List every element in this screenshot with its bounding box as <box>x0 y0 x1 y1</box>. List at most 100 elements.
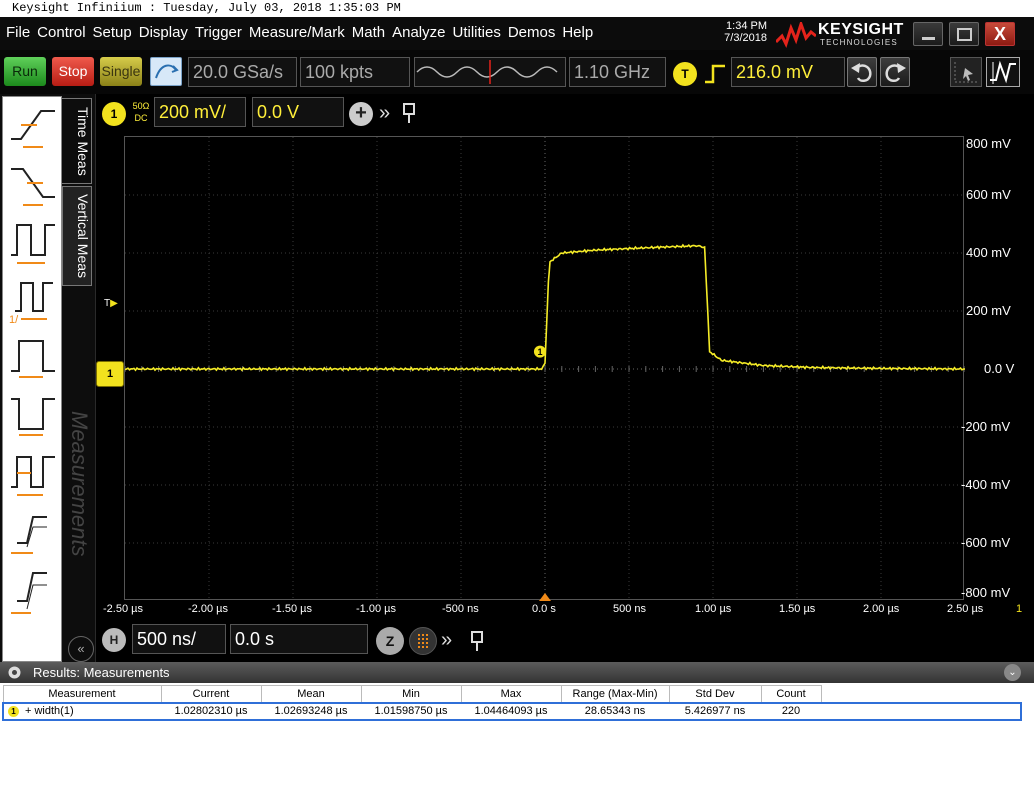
maximize-icon <box>957 28 972 41</box>
menu-control[interactable]: Control <box>37 24 85 41</box>
menu-measure-mark[interactable]: Measure/Mark <box>249 24 345 41</box>
y-tick-label: 400 mV <box>966 245 1011 260</box>
redo-button[interactable] <box>880 57 910 87</box>
trigger-level-marker[interactable]: T▶ <box>104 298 118 309</box>
measure-button[interactable] <box>986 57 1020 87</box>
trigger-arrow-icon: ▶ <box>110 298 118 309</box>
table-row[interactable]: 1 + width(1) 1.02802310 µs 1.02693248 µs … <box>2 701 1022 721</box>
col-mean[interactable]: Mean <box>260 685 362 703</box>
col-min[interactable]: Min <box>360 685 462 703</box>
menu-analyze[interactable]: Analyze <box>392 24 445 41</box>
current-cell: 1.02802310 µs <box>161 701 261 721</box>
measurement-name-cell: 1 + width(1) <box>2 701 161 721</box>
period-icon[interactable] <box>7 217 59 269</box>
x-tick-label: 1.50 µs <box>779 603 816 615</box>
impedance-label: 50Ω <box>132 101 150 111</box>
maximize-button[interactable] <box>949 22 979 46</box>
memory-depth-field[interactable]: 100 kpts <box>300 57 410 87</box>
waveform-graticule[interactable]: 1 <box>124 136 966 601</box>
toolbar: Run Stop Single 20.0 GSa/s 100 kpts 1.10… <box>0 50 1034 94</box>
expand-chevron-icon[interactable]: » <box>379 102 390 125</box>
segment-button[interactable] <box>409 627 437 655</box>
col-max[interactable]: Max <box>460 685 562 703</box>
measurements-table: Measurement Current Mean Min Max Range (… <box>2 685 1022 721</box>
sample-rate-field[interactable]: 20.0 GSa/s <box>188 57 297 87</box>
channel-ground-marker[interactable]: 1 <box>96 361 124 387</box>
menu-help[interactable]: Help <box>562 24 593 41</box>
waveform-overview[interactable] <box>414 57 566 87</box>
menu-display[interactable]: Display <box>139 24 188 41</box>
pin-icon[interactable] <box>400 102 418 124</box>
min-cell: 1.01598750 µs <box>361 701 461 721</box>
autoscale-icon <box>155 64 179 79</box>
channel-1-bar: 1 50Ω DC 200 mV/ 0.0 V + » <box>96 94 426 132</box>
minimize-icon <box>922 37 935 40</box>
brand-sub: TECHNOLOGIES <box>820 38 898 47</box>
horizontal-pin-icon[interactable] <box>468 630 486 652</box>
tab-time-meas[interactable]: Time Meas <box>62 98 92 184</box>
timebase-scale-field[interactable]: 500 ns/ <box>132 624 226 654</box>
rise-time-icon[interactable] <box>7 101 59 153</box>
col-measurement[interactable]: Measurement <box>2 685 162 703</box>
col-count[interactable]: Count <box>760 685 822 703</box>
autoscale-button[interactable] <box>150 57 182 86</box>
stop-button[interactable]: Stop <box>52 57 94 86</box>
minimize-button[interactable] <box>913 22 943 46</box>
gear-icon[interactable] <box>6 664 23 681</box>
redo-icon <box>885 63 906 82</box>
single-button[interactable]: Single <box>100 57 142 86</box>
col-current[interactable]: Current <box>160 685 262 703</box>
channel-offset-field[interactable]: 0.0 V <box>252 97 344 127</box>
trigger-badge[interactable]: T <box>673 62 697 86</box>
undo-button[interactable] <box>847 57 877 87</box>
negative-width-icon[interactable] <box>7 391 59 443</box>
table-header-row: Measurement Current Mean Min Max Range (… <box>2 685 1021 703</box>
x-tick-label: -1.50 µs <box>272 603 312 615</box>
std-dev-cell: 5.426977 ns <box>669 701 761 721</box>
tab-vertical-meas[interactable]: Vertical Meas <box>62 186 92 286</box>
chevron-down-icon: ⌄ <box>1008 667 1017 678</box>
timebase-position-field[interactable]: 0.0 s <box>230 624 368 654</box>
run-button[interactable]: Run <box>4 57 46 86</box>
col-std-dev[interactable]: Std Dev <box>668 685 762 703</box>
svg-text:1/: 1/ <box>9 314 19 326</box>
menu-math[interactable]: Math <box>352 24 385 41</box>
positive-width-icon[interactable] <box>7 333 59 385</box>
frequency-icon[interactable]: 1/ <box>7 275 59 327</box>
plus-icon: + <box>355 102 367 124</box>
duty-cycle-icon[interactable] <box>7 449 59 501</box>
fall-time-icon[interactable] <box>7 159 59 211</box>
y-tick-label: 800 mV <box>966 136 1011 151</box>
menu-setup[interactable]: Setup <box>93 24 132 41</box>
menu-trigger[interactable]: Trigger <box>195 24 242 41</box>
menu-utilities[interactable]: Utilities <box>452 24 500 41</box>
x-tick-label: -1.00 µs <box>356 603 396 615</box>
phase-icon[interactable] <box>7 565 59 617</box>
clock-date: 7/3/2018 <box>724 32 767 44</box>
y-tick-label: 600 mV <box>966 187 1011 202</box>
brand-name: KEYSIGHT <box>818 21 904 38</box>
bandwidth-field[interactable]: 1.10 GHz <box>569 57 666 87</box>
x-tick-label: 2.50 µs <box>947 603 984 615</box>
cursor-button[interactable] <box>950 57 982 87</box>
menu-file[interactable]: File <box>6 24 30 41</box>
collapse-panel-button[interactable]: « <box>68 636 94 662</box>
rising-edge-icon[interactable] <box>703 62 727 86</box>
results-expand-button[interactable]: ⌄ <box>1004 664 1021 681</box>
add-channel-button[interactable]: + <box>349 102 373 126</box>
x-tick-label: 1.00 µs <box>695 603 732 615</box>
col-range[interactable]: Range (Max-Min) <box>560 685 670 703</box>
horizontal-chevron-icon[interactable]: » <box>441 629 452 652</box>
x-tick-label: 2.00 µs <box>863 603 900 615</box>
delay-icon[interactable] <box>7 507 59 559</box>
horizontal-badge[interactable]: H <box>102 628 126 652</box>
clock: 1:34 PM 7/3/2018 <box>711 20 767 44</box>
menu-demos[interactable]: Demos <box>508 24 556 41</box>
window-title-bar: Keysight Infiniium : Tuesday, July 03, 2… <box>0 0 1034 17</box>
trigger-level-field[interactable]: 216.0 mV <box>731 57 845 87</box>
close-button[interactable]: X <box>985 22 1015 46</box>
range-cell: 28.65343 ns <box>561 701 669 721</box>
channel-1-badge[interactable]: 1 <box>102 102 126 126</box>
zoom-button[interactable]: Z <box>376 627 404 655</box>
channel-scale-field[interactable]: 200 mV/ <box>154 97 246 127</box>
